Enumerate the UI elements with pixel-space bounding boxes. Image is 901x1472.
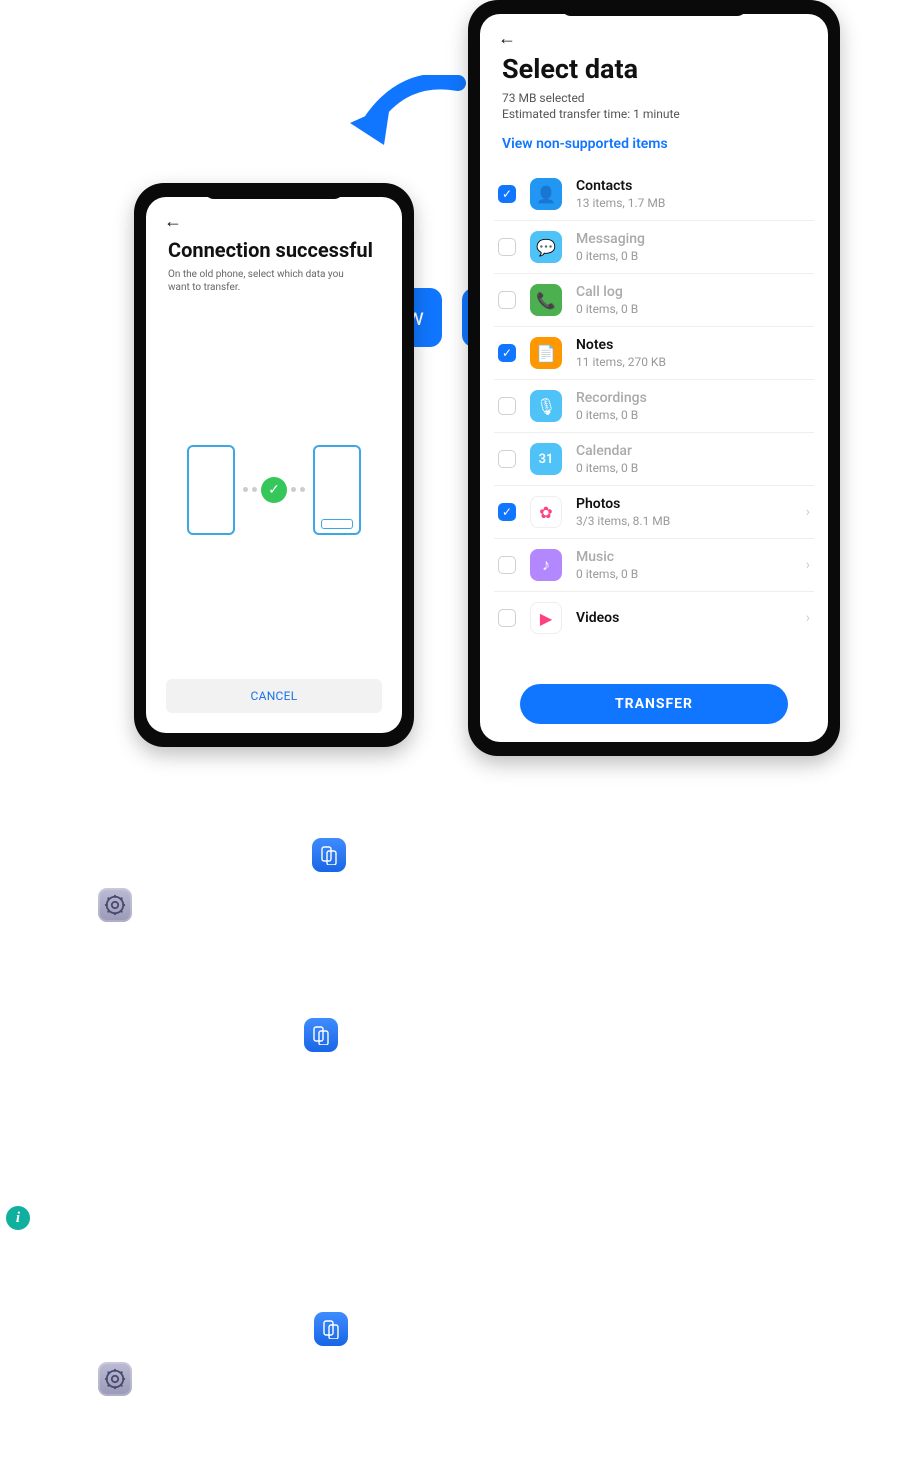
- success-check-icon: ✓: [261, 477, 287, 503]
- phone-clone-icon: [312, 838, 346, 872]
- data-row-notes[interactable]: ✓ 📄 Notes 11 items, 270 KB: [494, 327, 814, 380]
- connection-illustration: ✓: [146, 300, 402, 679]
- chevron-right-icon: ›: [806, 610, 810, 626]
- data-row-contacts[interactable]: ✓ 👤 Contacts 13 items, 1.7 MB: [494, 168, 814, 221]
- row-subtitle: 0 items, 0 B: [576, 302, 810, 316]
- phone-clone-icon: [304, 1018, 338, 1052]
- row-title: Notes: [576, 337, 810, 353]
- checkbox[interactable]: [498, 238, 516, 256]
- row-title: Music: [576, 549, 792, 565]
- row-title: Messaging: [576, 231, 810, 247]
- data-row-recordings[interactable]: 🎙 Recordings 0 items, 0 B: [494, 380, 814, 433]
- phone-outline-icon: [313, 445, 361, 535]
- photos-icon: ✿: [530, 496, 562, 528]
- call-log-icon: 📞: [530, 284, 562, 316]
- chevron-right-icon: ›: [806, 504, 810, 520]
- data-row-photos[interactable]: ✓ ✿ Photos 3/3 items, 8.1 MB ›: [494, 486, 814, 539]
- data-row-call-log[interactable]: 📞 Call log 0 items, 0 B: [494, 274, 814, 327]
- row-title: Contacts: [576, 178, 810, 194]
- data-row-videos[interactable]: ▶ Videos ›: [494, 592, 814, 644]
- checkbox[interactable]: ✓: [498, 344, 516, 362]
- row-subtitle: 0 items, 0 B: [576, 461, 810, 475]
- row-subtitle: 13 items, 1.7 MB: [576, 196, 810, 210]
- videos-icon: ▶: [530, 602, 562, 634]
- old-phone-frame: ← Select data 73 MB selected Estimated t…: [468, 0, 840, 756]
- contacts-icon: 👤: [530, 178, 562, 210]
- row-title: Recordings: [576, 390, 810, 406]
- row-subtitle: 11 items, 270 KB: [576, 355, 810, 369]
- checkbox[interactable]: [498, 397, 516, 415]
- messaging-icon: 💬: [530, 231, 562, 263]
- transfer-button[interactable]: TRANSFER: [520, 684, 788, 724]
- data-row-calendar[interactable]: 31 Calendar 0 items, 0 B: [494, 433, 814, 486]
- non-supported-link[interactable]: View non-supported items: [502, 136, 806, 152]
- checkbox[interactable]: [498, 291, 516, 309]
- row-title: Photos: [576, 496, 792, 512]
- row-title: Videos: [576, 610, 792, 626]
- eta-label: Estimated transfer time: 1 minute: [502, 107, 806, 123]
- music-icon: ♪: [530, 549, 562, 581]
- checkbox[interactable]: ✓: [498, 185, 516, 203]
- recordings-icon: 🎙: [530, 390, 562, 422]
- phone-outline-icon: [187, 445, 235, 535]
- settings-icon: [98, 888, 132, 922]
- select-data-title: Select data: [502, 53, 806, 85]
- info-icon: i: [6, 1206, 30, 1230]
- chevron-right-icon: ›: [806, 557, 810, 573]
- connection-title: Connection successful: [168, 238, 380, 262]
- data-row-messaging[interactable]: 💬 Messaging 0 items, 0 B: [494, 221, 814, 274]
- data-row-music[interactable]: ♪ Music 0 items, 0 B ›: [494, 539, 814, 592]
- row-title: Calendar: [576, 443, 810, 459]
- row-subtitle: 0 items, 0 B: [576, 567, 792, 581]
- notes-icon: 📄: [530, 337, 562, 369]
- row-subtitle: 3/3 items, 8.1 MB: [576, 514, 792, 528]
- settings-icon: [98, 1362, 132, 1396]
- back-icon[interactable]: ←: [480, 14, 828, 49]
- checkbox[interactable]: [498, 609, 516, 627]
- selected-size-label: 73 MB selected: [502, 91, 806, 107]
- checkbox[interactable]: [498, 450, 516, 468]
- back-icon[interactable]: ←: [146, 197, 402, 232]
- row-subtitle: 0 items, 0 B: [576, 249, 810, 263]
- checkbox[interactable]: [498, 556, 516, 574]
- row-subtitle: 0 items, 0 B: [576, 408, 810, 422]
- new-phone-frame: ← Connection successful On the old phone…: [134, 183, 414, 747]
- transfer-arrow-icon: [348, 75, 468, 165]
- row-title: Call log: [576, 284, 810, 300]
- connection-subtitle: On the old phone, select which data you …: [168, 268, 368, 294]
- calendar-icon: 31: [530, 443, 562, 475]
- phone-clone-icon: [314, 1312, 348, 1346]
- checkbox[interactable]: ✓: [498, 503, 516, 521]
- cancel-button[interactable]: CANCEL: [166, 679, 382, 713]
